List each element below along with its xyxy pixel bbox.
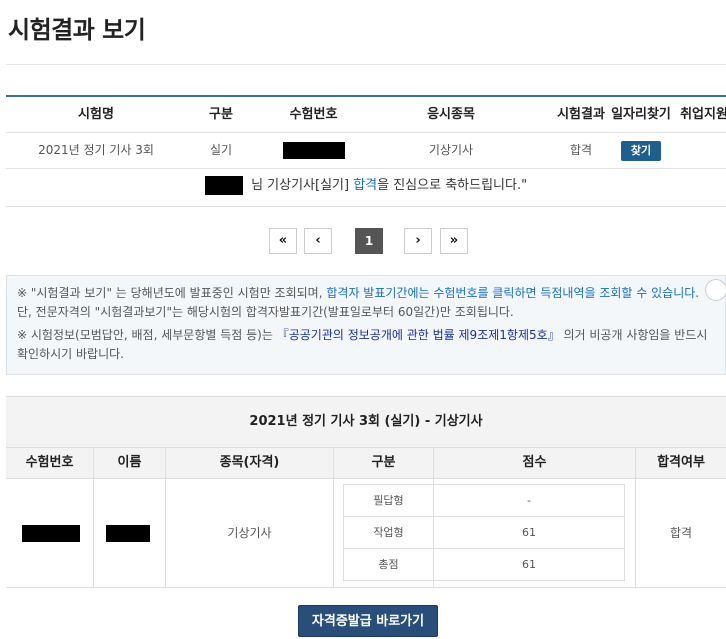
page-title: 시험결과 보기 <box>8 16 146 44</box>
chat-bubble-icon[interactable] <box>705 279 726 301</box>
last-page-button[interactable]: » <box>440 228 468 254</box>
notice-line-1: ※ "시험결과 보기" 는 당해년도에 발표중인 시험만 조회되며, 합격자 발… <box>17 284 715 322</box>
law-reference: 『공공기관의 정보공개에 관한 법률 제9조제1항제5호』 <box>276 328 560 342</box>
col-subject: 응시종목 <box>427 107 475 122</box>
exam-number-redaction <box>22 525 80 542</box>
notice-text: ※ 시험정보(모범답안, 배점, 세부문항별 득점 등)는 <box>17 328 277 342</box>
col-employment-support: 취업지원 <box>680 107 726 122</box>
redaction-box <box>282 142 345 159</box>
score-label: 총점 <box>344 549 434 580</box>
exam-result: 합격 <box>569 143 593 157</box>
pass-status-cell: 합격 <box>636 479 726 587</box>
exam-name: 2021년 정기 기사 3회 <box>38 143 154 157</box>
name-redaction <box>204 176 243 195</box>
results-table: 시험명 구분 수험번호 응시종목 시험결과 일자리찾기 취업지원 2021년 정… <box>6 95 726 169</box>
col-qualification: 종목(자격) <box>166 448 334 478</box>
col-category: 구분 <box>334 448 434 478</box>
score-label: 작업형 <box>344 517 434 548</box>
exam-type: 실기 <box>209 143 233 157</box>
certificate-issue-button[interactable]: 자격증발급 바로가기 <box>298 605 438 637</box>
table-row: 2021년 정기 기사 3회 실기 기상기사 합격 찾기 <box>6 133 726 169</box>
prev-page-button[interactable]: ‹ <box>304 228 332 254</box>
col-exam-number: 수험번호 <box>6 448 94 478</box>
score-detail-table: 2021년 정기 기사 3회 (실기) - 기상기사 수험번호 이름 종목(자격… <box>6 396 726 588</box>
qualification-value: 기상기사 <box>227 526 272 540</box>
next-page-button[interactable]: › <box>404 228 432 254</box>
results-header-row: 시험명 구분 수험번호 응시종목 시험결과 일자리찾기 취업지원 <box>6 97 726 133</box>
find-job-cell: 찾기 <box>611 133 671 168</box>
congrats-message: 님 기상기사[실기] 합격을 진심으로 축하드립니다." <box>6 172 726 207</box>
title-divider <box>6 64 726 65</box>
col-type: 구분 <box>209 107 233 122</box>
name-cell <box>94 479 166 587</box>
score-value: - <box>527 494 531 507</box>
col-job-search: 일자리찾기 <box>611 107 671 122</box>
notice-text: 단, 전문자격의 "시험결과보기"는 해당시험의 합격자발표기간(발표일로부터 … <box>17 305 514 319</box>
score-value: 61 <box>522 526 536 539</box>
col-result: 시험결과 <box>557 107 605 122</box>
col-score: 점수 <box>434 448 636 478</box>
col-exam-name: 시험명 <box>78 107 114 122</box>
pass-status-value: 합격 <box>669 526 693 540</box>
score-row: 필답형 - <box>344 485 624 517</box>
score-row: 총점 61 <box>344 549 624 580</box>
pagination: « ‹ 1 › » <box>0 228 726 254</box>
notice-box: ※ "시험결과 보기" 는 당해년도에 발표중인 시험만 조회되며, 합격자 발… <box>6 275 726 375</box>
congrats-suffix: 을 진심으로 축하드립니다." <box>377 178 528 193</box>
employment-support-cell <box>674 133 726 168</box>
first-page-button[interactable]: « <box>269 228 297 254</box>
score-row: 작업형 61 <box>344 517 624 549</box>
page-1-button[interactable]: 1 <box>355 228 383 254</box>
col-name: 이름 <box>94 448 166 478</box>
qualification-cell: 기상기사 <box>166 479 334 587</box>
notice-line-2: ※ 시험정보(모범답안, 배점, 세부문항별 득점 등)는 『공공기관의 정보공… <box>17 326 715 364</box>
score-breakdown: 필답형 - 작업형 61 총점 61 <box>343 484 625 581</box>
notice-text: ※ "시험결과 보기" 는 당해년도에 발표중인 시험만 조회되며, <box>17 286 327 300</box>
notice-highlight: 합격자 발표기간에는 수험번호를 클릭하면 득점내역을 조회할 수 있습니다. <box>326 286 700 300</box>
name-redaction <box>106 525 150 542</box>
score-value: 61 <box>522 558 536 571</box>
detail-title: 2021년 정기 기사 3회 (실기) - 기상기사 <box>6 397 726 448</box>
congrats-prefix: 님 기상기사[실기] <box>246 178 354 193</box>
detail-row: 기상기사 합격 필답형 - 작업형 61 총점 61 <box>6 479 726 588</box>
score-label: 필답형 <box>344 485 434 516</box>
exam-subject: 기상기사 <box>428 143 474 157</box>
col-pass-status: 합격여부 <box>657 455 705 470</box>
col-exam-number: 수험번호 <box>289 107 338 122</box>
detail-header-row: 수험번호 이름 종목(자격) 구분 점수 합격여부 <box>6 448 726 479</box>
find-job-button[interactable]: 찾기 <box>620 140 662 161</box>
exam-number-cell <box>6 479 94 587</box>
exam-number-redacted[interactable] <box>266 133 361 168</box>
congrats-highlight: 합격 <box>353 178 378 193</box>
